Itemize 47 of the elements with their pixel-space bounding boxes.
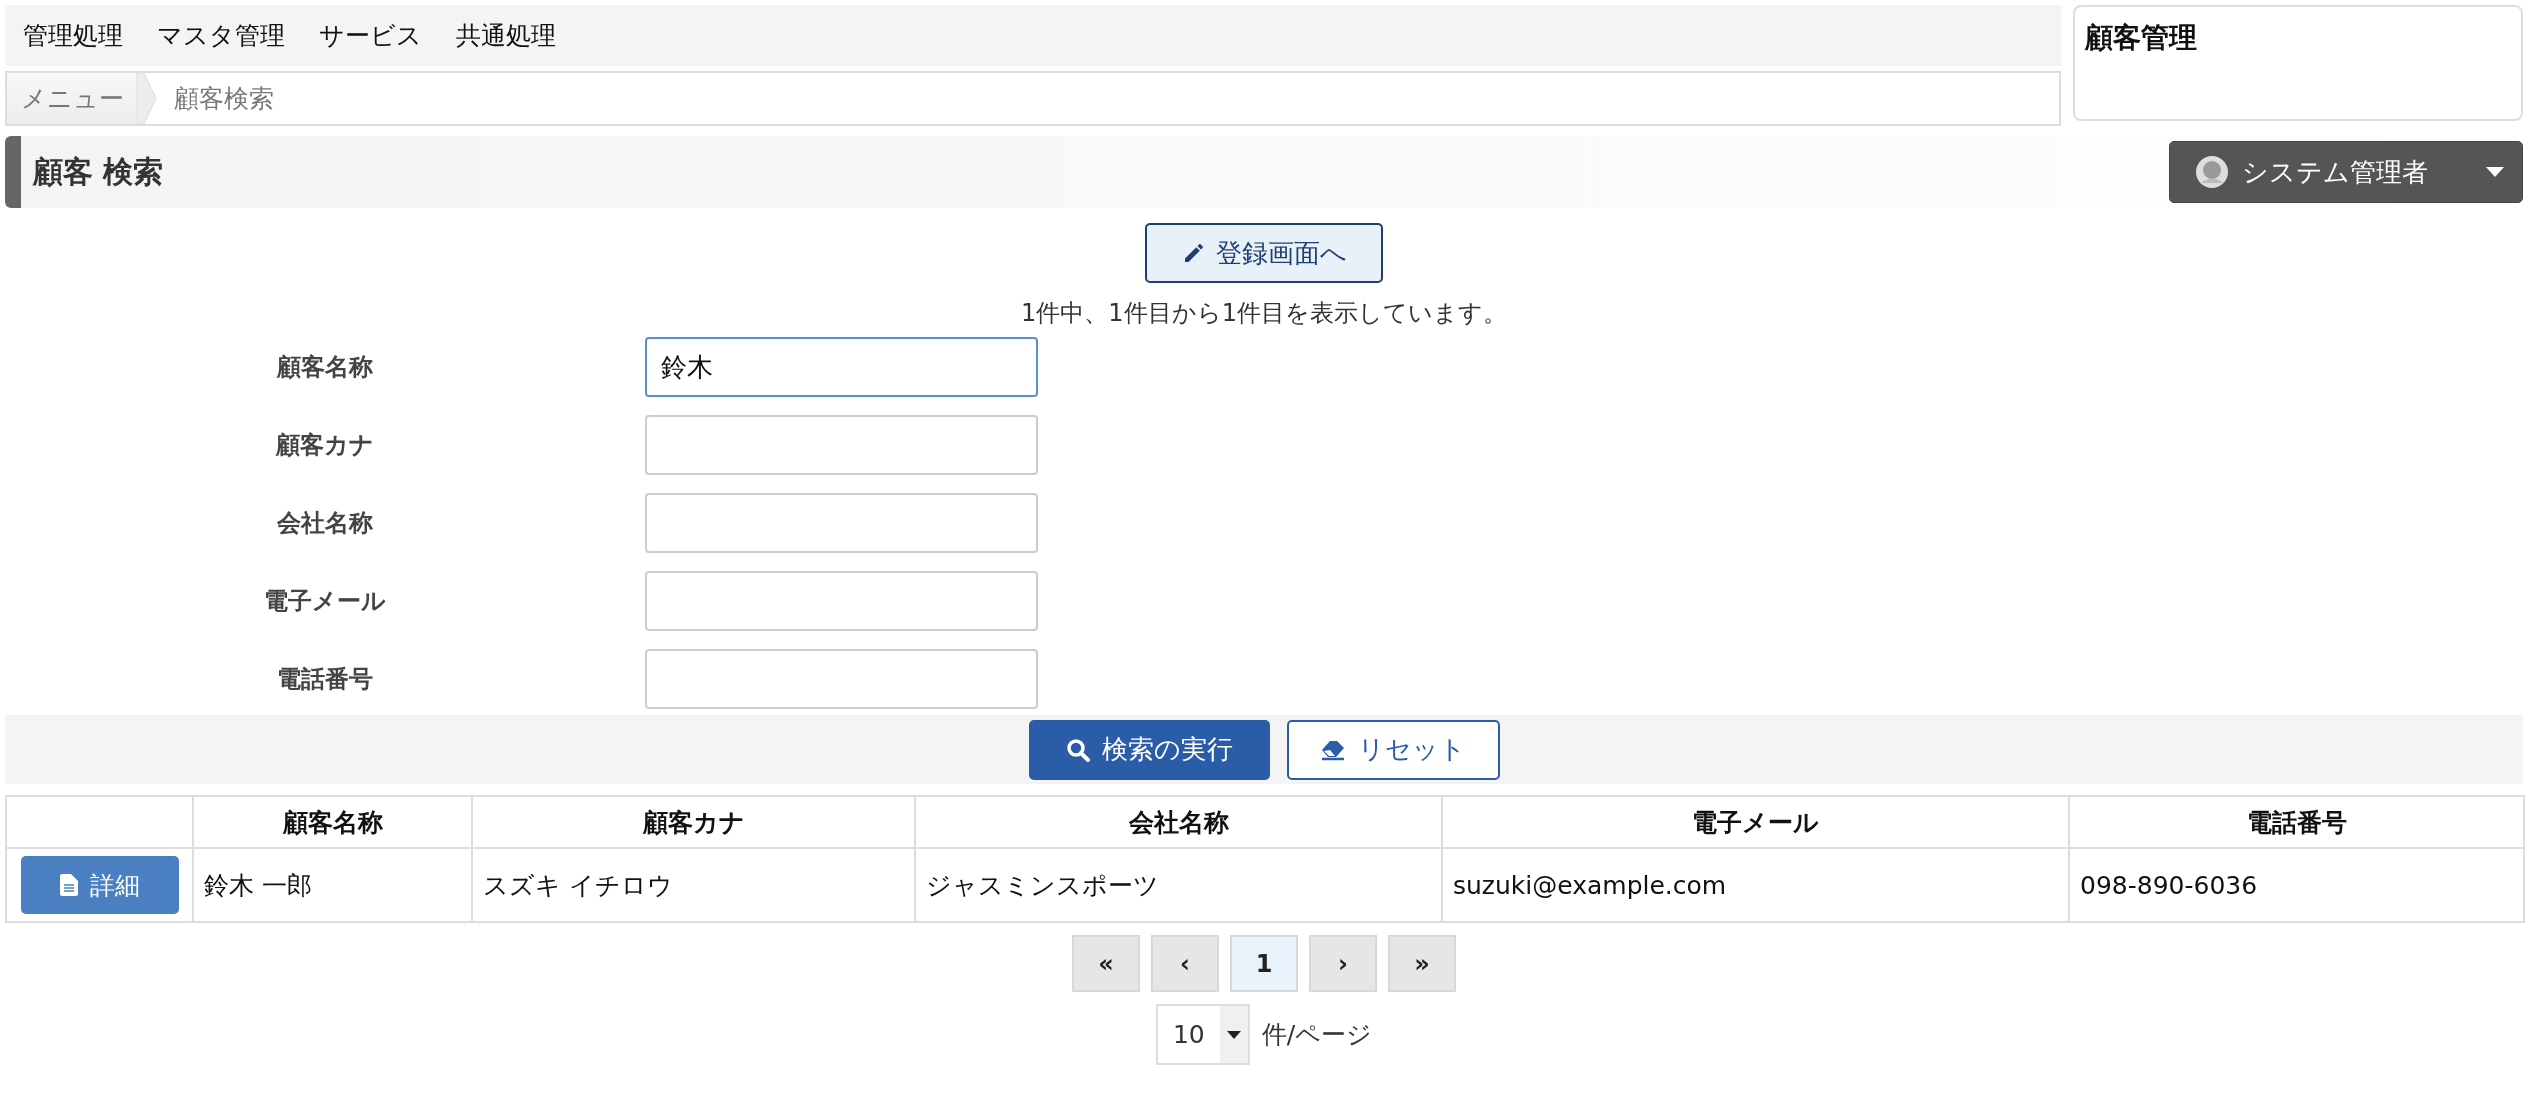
column-header: 電話番号 — [2069, 796, 2524, 848]
reset-button[interactable]: リセット — [1286, 719, 1500, 780]
table-cell: 鈴木 一郎 — [193, 848, 472, 922]
table-cell: suzuki@example.com — [1442, 848, 2069, 922]
table-cell: 098-890-6036 — [2069, 848, 2524, 922]
eraser-icon — [1320, 738, 1346, 761]
page-button[interactable]: ‹ — [1151, 935, 1219, 992]
field-label: 会社名称 — [276, 508, 374, 539]
table-cell: ジャスミンスポーツ — [915, 848, 1442, 922]
input-field[interactable] — [645, 415, 1038, 475]
search-icon — [1065, 737, 1090, 762]
page-button[interactable]: › — [1309, 935, 1377, 992]
breadcrumb-link[interactable]: メニュー — [7, 73, 136, 124]
field-label: 電話番号 — [276, 664, 374, 695]
page-size-label: 件/ページ — [1261, 1019, 1373, 1051]
user-menu-button[interactable]: システム管理者 — [2169, 141, 2523, 203]
search-button[interactable]: 検索の実行 — [1028, 719, 1270, 780]
field-label: 電子メール — [263, 586, 387, 617]
column-header: 顧客カナ — [472, 796, 915, 848]
page-button[interactable]: » — [1388, 935, 1456, 992]
register-button[interactable]: 登録画面へ — [1145, 223, 1383, 283]
page-button[interactable]: 1 — [1230, 935, 1298, 992]
column-header: 会社名称 — [915, 796, 1442, 848]
menu-item[interactable]: マスタ管理 — [157, 19, 285, 52]
menu-item[interactable]: 共通処理 — [456, 19, 556, 52]
field-label: 顧客名称 — [275, 352, 374, 383]
menu-item[interactable]: サービス — [319, 19, 422, 52]
caret-icon — [2486, 167, 2504, 177]
panel-title: 顧客管理 — [2085, 20, 2198, 56]
document-icon — [60, 874, 78, 896]
input-field[interactable]: 鈴木 — [645, 337, 1038, 397]
table-cell: スズキ イチロウ — [472, 848, 915, 922]
page-button[interactable]: « — [1072, 935, 1140, 992]
field-label: 顧客カナ — [274, 430, 375, 461]
page-title: 顧客 検索 — [31, 152, 164, 191]
input-field[interactable] — [645, 571, 1038, 631]
caret-icon — [1226, 1030, 1241, 1039]
detail-button[interactable]: 詳細 — [21, 856, 179, 914]
column-header: 電子メール — [1442, 796, 2069, 848]
input-field[interactable] — [645, 649, 1038, 709]
column-header: 顧客名称 — [193, 796, 472, 848]
menu-item[interactable]: 管理処理 — [23, 19, 123, 52]
breadcrumb-current: 顧客検索 — [173, 83, 275, 115]
avatar-icon — [2196, 156, 2228, 188]
result-summary: 1件中、1件目から1件目を表示しています。 — [1020, 298, 1508, 329]
page-size-select[interactable]: 10 — [1155, 1004, 1250, 1065]
input-field[interactable] — [645, 493, 1038, 553]
